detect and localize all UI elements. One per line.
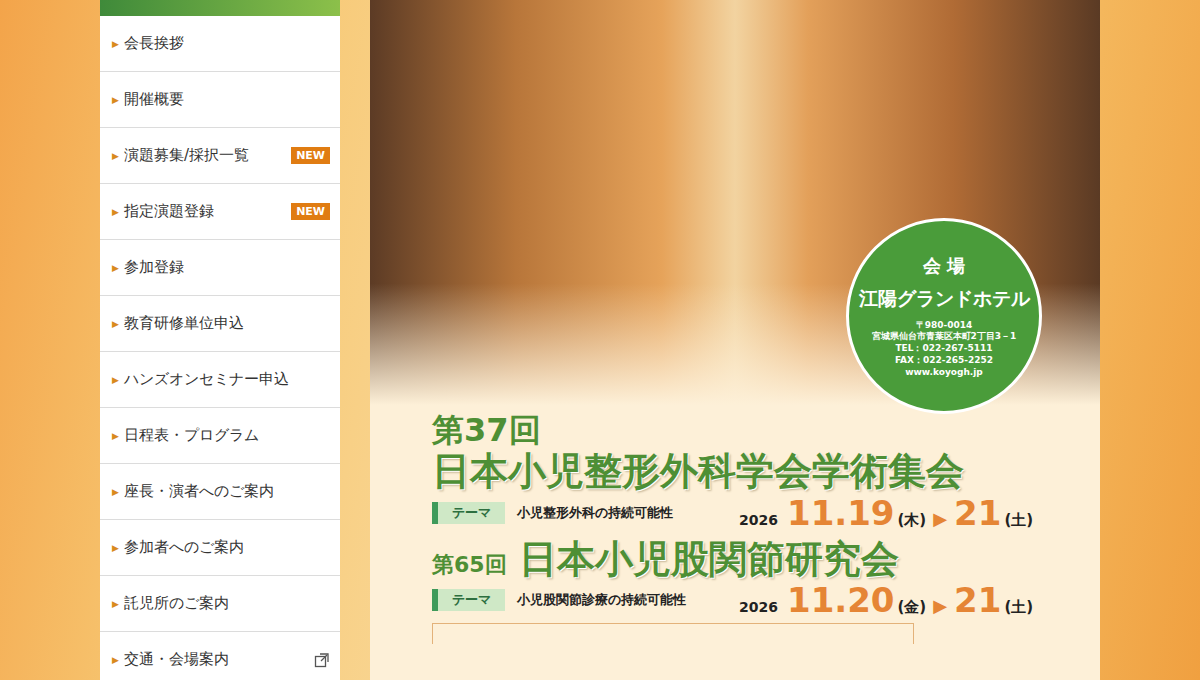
sidebar-item-label: 演題募集/採択一覧	[124, 146, 286, 165]
bullet-icon: ▶	[112, 543, 119, 553]
info-box	[432, 623, 914, 644]
venue-address: 宮城県仙台市青葉区本町2丁目3－1	[872, 331, 1017, 343]
sidebar-item[interactable]: ▶ ハンズオンセミナー申込	[100, 352, 340, 408]
meeting: 第37回 日本小児整形外科学会学術集会 テーマ 小児整形外科の持続可能性 202…	[432, 413, 1080, 530]
external-link-icon	[314, 652, 330, 668]
sidebar-item-label: 参加登録	[124, 258, 330, 277]
meeting-ordinal: 第65回	[432, 550, 507, 580]
bullet-icon: ▶	[112, 319, 119, 329]
sidebar-item[interactable]: ▶ 参加登録	[100, 240, 340, 296]
sidebar-header-bar	[100, 0, 340, 16]
sidebar-item[interactable]: ▶ 開催概要	[100, 72, 340, 128]
sidebar-item[interactable]: ▶ 会長挨拶	[100, 16, 340, 72]
sidebar-item-label: 座長・演者へのご案内	[124, 482, 330, 501]
photo: 会 場 江陽グランドホテル 〒980-0014 宮城県仙台市青葉区本町2丁目3－…	[370, 0, 1100, 405]
bullet-icon: ▶	[112, 431, 119, 441]
sidebar-item-label: 教育研修単位申込	[124, 314, 330, 333]
venue-title: 会 場	[923, 254, 965, 278]
theme-text: 小児股関節診療の持続可能性	[517, 591, 727, 609]
sidebar-item[interactable]: ▶ 日程表・プログラム	[100, 408, 340, 464]
sidebar-item[interactable]: ▶ 演題募集/採択一覧 NEW	[100, 128, 340, 184]
bullet-icon: ▶	[112, 599, 119, 609]
sidebar-item-label: 会長挨拶	[124, 34, 330, 53]
meeting-name: 日本小児股関節研究会	[519, 536, 899, 584]
sidebar-item-label: 指定演題登録	[124, 202, 286, 221]
bullet-icon: ▶	[112, 151, 119, 161]
new-badge: NEW	[291, 203, 330, 220]
sidebar: ▶ 会長挨拶 ▶ 開催概要 ▶ 演題募集/採択一覧 NEW ▶ 指定演題登録 N…	[100, 0, 340, 680]
theme-text: 小児整形外科の持続可能性	[517, 504, 727, 522]
venue-badge: 会 場 江陽グランドホテル 〒980-0014 宮城県仙台市青葉区本町2丁目3－…	[846, 218, 1042, 414]
theme-row: テーマ 小児股関節診療の持続可能性 2026 11.20 (金) ▶ 21 (土…	[432, 583, 1080, 617]
sidebar-item-label: 参加者へのご案内	[124, 538, 330, 557]
bullet-icon: ▶	[112, 375, 119, 385]
sidebar-item[interactable]: ▶ 参加者へのご案内	[100, 520, 340, 576]
sidebar-item[interactable]: ▶ 座長・演者へのご案内	[100, 464, 340, 520]
page: ▶ 会長挨拶 ▶ 開催概要 ▶ 演題募集/採択一覧 NEW ▶ 指定演題登録 N…	[0, 0, 1200, 680]
sidebar-item-label: ハンズオンセミナー申込	[124, 370, 330, 389]
bullet-icon: ▶	[112, 95, 119, 105]
meeting-dates: 2026 11.20 (金) ▶ 21 (土)	[739, 583, 1033, 617]
venue-postal: 〒980-0014	[916, 320, 973, 332]
meeting: 第65回 日本小児股関節研究会 テーマ 小児股関節診療の持続可能性 2026 1…	[432, 536, 1080, 618]
meeting-dates: 2026 11.19 (木) ▶ 21 (土)	[739, 496, 1033, 530]
meeting-info: 第37回 日本小児整形外科学会学術集会 テーマ 小児整形外科の持続可能性 202…	[370, 405, 1100, 644]
bullet-icon: ▶	[112, 39, 119, 49]
new-badge: NEW	[291, 147, 330, 164]
bullet-icon: ▶	[112, 487, 119, 497]
sidebar-item[interactable]: ▶ 交通・会場案内	[100, 632, 340, 680]
sidebar-item-label: 日程表・プログラム	[124, 426, 330, 445]
venue-fax: FAX：022-265-2252	[895, 355, 993, 367]
sidebar-item[interactable]: ▶ 託児所のご案内	[100, 576, 340, 632]
theme-label: テーマ	[432, 589, 505, 611]
sidebar-item-label: 開催概要	[124, 90, 330, 109]
banner: 会 場 江陽グランドホテル 〒980-0014 宮城県仙台市青葉区本町2丁目3－…	[370, 0, 1100, 680]
venue-name: 江陽グランドホテル	[859, 286, 1030, 312]
sidebar-item[interactable]: ▶ 教育研修単位申込	[100, 296, 340, 352]
meeting-name: 日本小児整形外科学会学術集会	[432, 448, 1080, 496]
bullet-icon: ▶	[112, 655, 119, 665]
theme-row: テーマ 小児整形外科の持続可能性 2026 11.19 (木) ▶ 21 (土)	[432, 496, 1080, 530]
sidebar-item-label: 交通・会場案内	[124, 650, 309, 669]
sidebar-item-label: 託児所のご案内	[124, 594, 330, 613]
venue-url: www.koyogh.jp	[905, 367, 983, 379]
bullet-icon: ▶	[112, 263, 119, 273]
theme-label: テーマ	[432, 502, 505, 524]
meeting-ordinal: 第37回	[432, 413, 1080, 448]
sidebar-item[interactable]: ▶ 指定演題登録 NEW	[100, 184, 340, 240]
venue-tel: TEL：022-267-5111	[895, 343, 992, 355]
bullet-icon: ▶	[112, 207, 119, 217]
